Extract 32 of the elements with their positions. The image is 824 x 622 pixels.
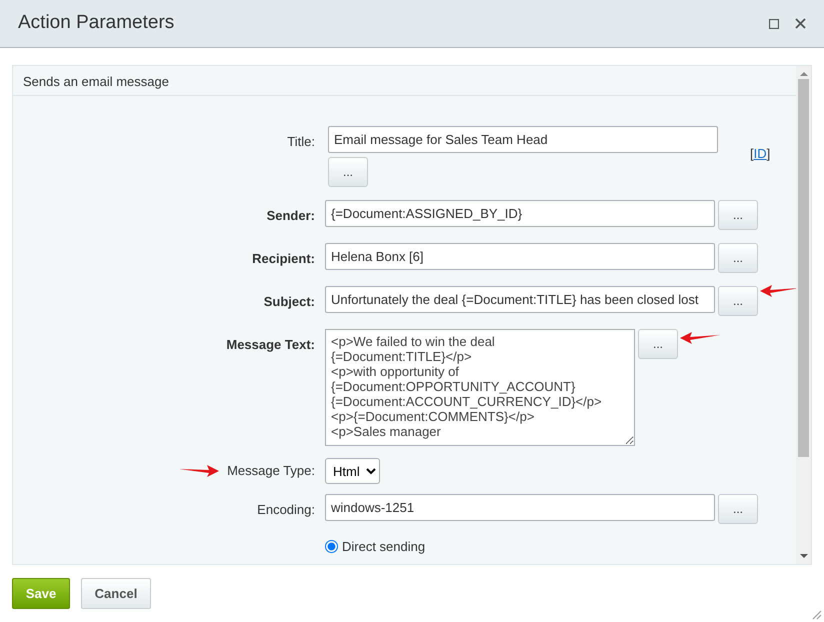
more-button[interactable]: ...	[718, 200, 758, 230]
text-field[interactable]: windows-1251	[325, 494, 715, 521]
more-button[interactable]: ...	[328, 157, 368, 187]
close-icon[interactable]	[795, 18, 806, 29]
scroll-down-icon[interactable]	[800, 553, 808, 559]
id-link-text: [ID]	[750, 145, 770, 163]
text-field[interactable]: Unfortunately the deal {=Document:TITLE} has been closed lost	[325, 286, 715, 313]
more-button[interactable]: ...	[718, 286, 758, 316]
maximize-icon[interactable]	[769, 18, 779, 28]
description-text: Sends an email message	[13, 66, 796, 96]
field-label: Title:	[287, 134, 315, 149]
field-label: Recipient:	[252, 251, 315, 266]
radio-label: Direct sending	[342, 538, 426, 556]
scroll-up-icon[interactable]	[800, 71, 808, 77]
more-button[interactable]: ...	[638, 329, 678, 359]
text-field[interactable]: {=Document:ASSIGNED_BY_ID}	[325, 200, 715, 227]
field-label: Subject:	[264, 294, 315, 309]
resize-grip-icon[interactable]	[812, 610, 822, 620]
field-label: Message Text:	[226, 337, 315, 352]
more-button[interactable]: ...	[718, 494, 758, 524]
text-field[interactable]: Helena Bonx [6]	[325, 243, 715, 270]
radio-button[interactable]	[325, 540, 338, 554]
message-type-select[interactable]: Html	[325, 458, 380, 484]
more-button[interactable]: ...	[718, 243, 758, 273]
message-textarea[interactable]: <p>We failed to win the deal {=Document:TITLE}</p> <p>with opportunity of {=Document:OPPORTUNITY_ACCOUNT} {=Document:ACCOUNT_CURRENCY_ID}</p> <p>{=Document:COMMENTS}</p> <p>Sales manager	[325, 329, 635, 446]
title-field[interactable]: Email message for Sales Team Head	[328, 126, 718, 153]
field-label: Message Type:	[227, 462, 315, 480]
scrollbar[interactable]	[796, 66, 811, 564]
field-label: Sender:	[266, 208, 315, 223]
cancel-button[interactable]: Cancel	[81, 578, 151, 609]
field-label: Encoding:	[257, 502, 315, 517]
dialog-title: Action Parameters	[18, 11, 174, 36]
